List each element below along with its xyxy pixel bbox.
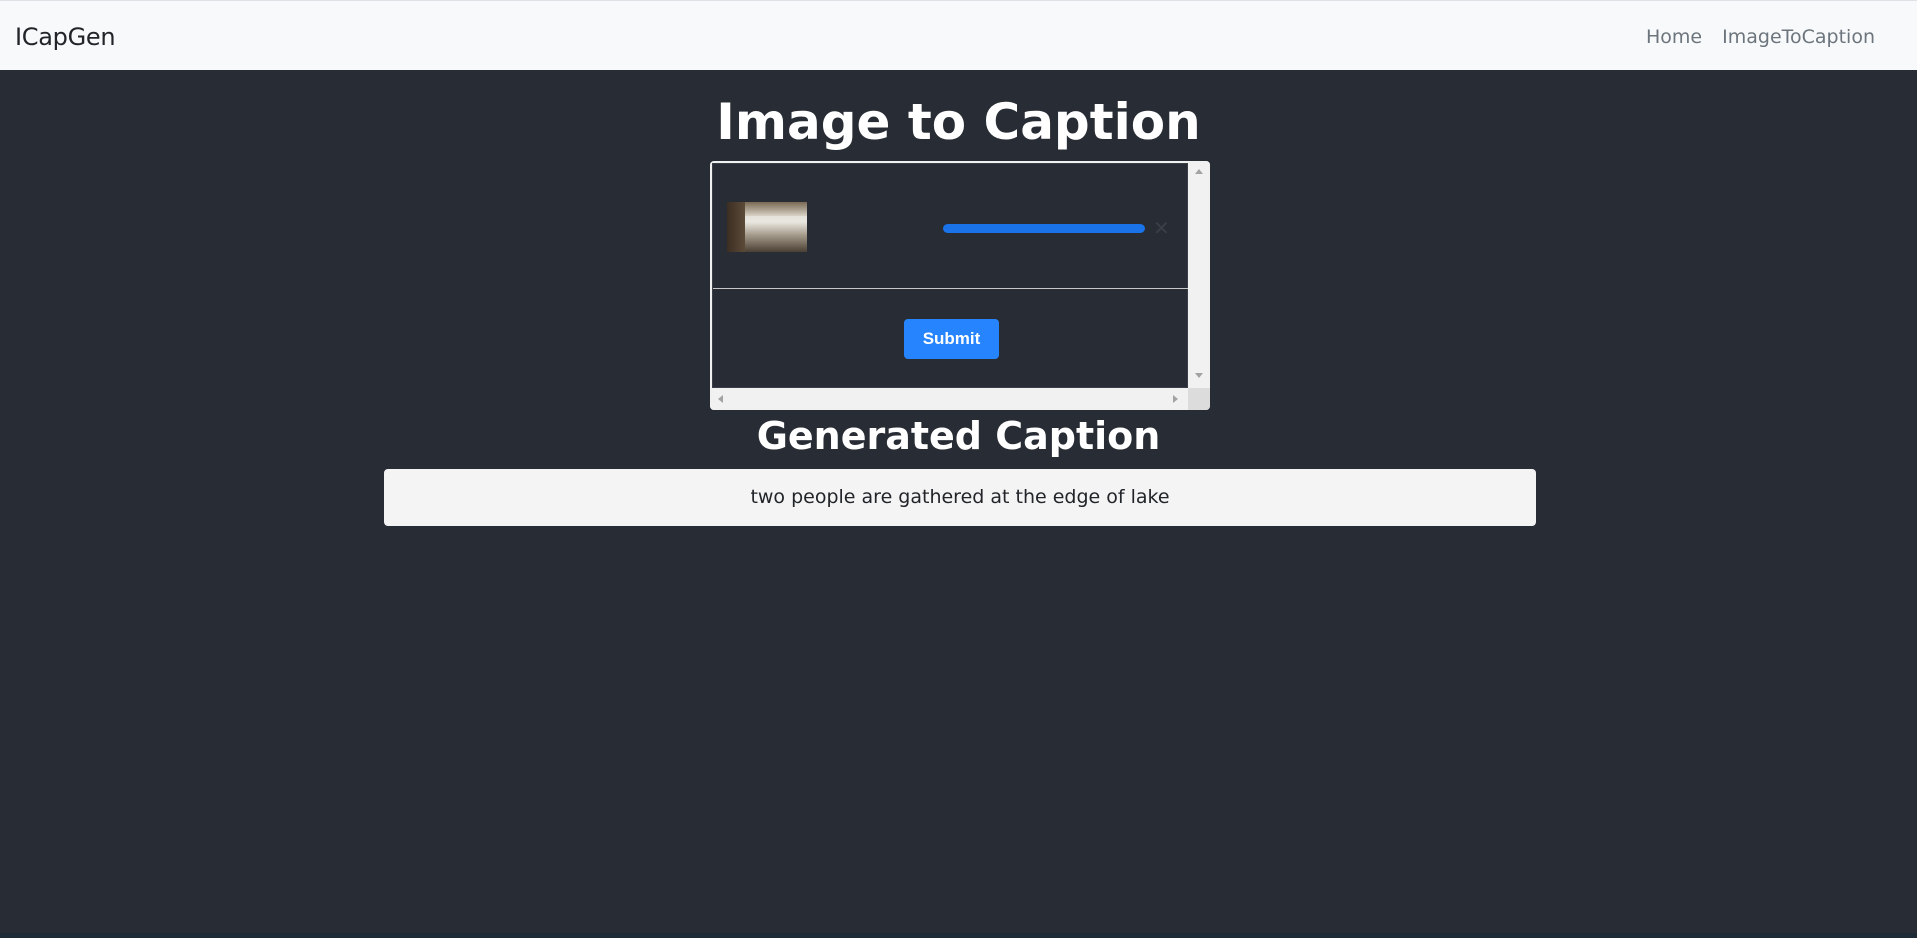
brand-logo-text[interactable]: ICapGen bbox=[15, 23, 116, 51]
scroll-right-arrow-icon[interactable] bbox=[1173, 395, 1178, 403]
upload-content: ✕ Submit bbox=[712, 163, 1189, 388]
navbar: ICapGen Home ImageToCaption bbox=[0, 0, 1917, 70]
generated-caption-text: two people are gathered at the edge of l… bbox=[384, 469, 1536, 526]
vertical-scrollbar[interactable] bbox=[1188, 161, 1210, 388]
scroll-left-arrow-icon[interactable] bbox=[718, 395, 723, 403]
scroll-up-arrow-icon[interactable] bbox=[1195, 169, 1203, 174]
submit-button[interactable]: Submit bbox=[904, 319, 999, 359]
horizontal-scrollbar[interactable] bbox=[710, 388, 1188, 410]
bottom-edge bbox=[0, 933, 1917, 938]
nav-link-image-to-caption[interactable]: ImageToCaption bbox=[1722, 26, 1875, 48]
page-title: Image to Caption bbox=[716, 93, 1201, 151]
nav-link-home[interactable]: Home bbox=[1646, 26, 1702, 48]
scrollbar-corner bbox=[1188, 388, 1210, 410]
thumbnail-tree bbox=[727, 202, 745, 252]
image-thumbnail bbox=[727, 202, 807, 252]
uploaded-file-row: ✕ bbox=[713, 164, 1189, 289]
upload-progress-fill bbox=[943, 224, 1145, 233]
upload-progress-bar bbox=[943, 224, 1145, 233]
nav-links: Home ImageToCaption bbox=[1646, 26, 1875, 48]
scroll-down-arrow-icon[interactable] bbox=[1195, 373, 1203, 378]
upload-panel: ✕ Submit bbox=[710, 161, 1210, 410]
remove-file-icon[interactable]: ✕ bbox=[1153, 216, 1170, 240]
generated-caption-heading: Generated Caption bbox=[756, 414, 1161, 458]
